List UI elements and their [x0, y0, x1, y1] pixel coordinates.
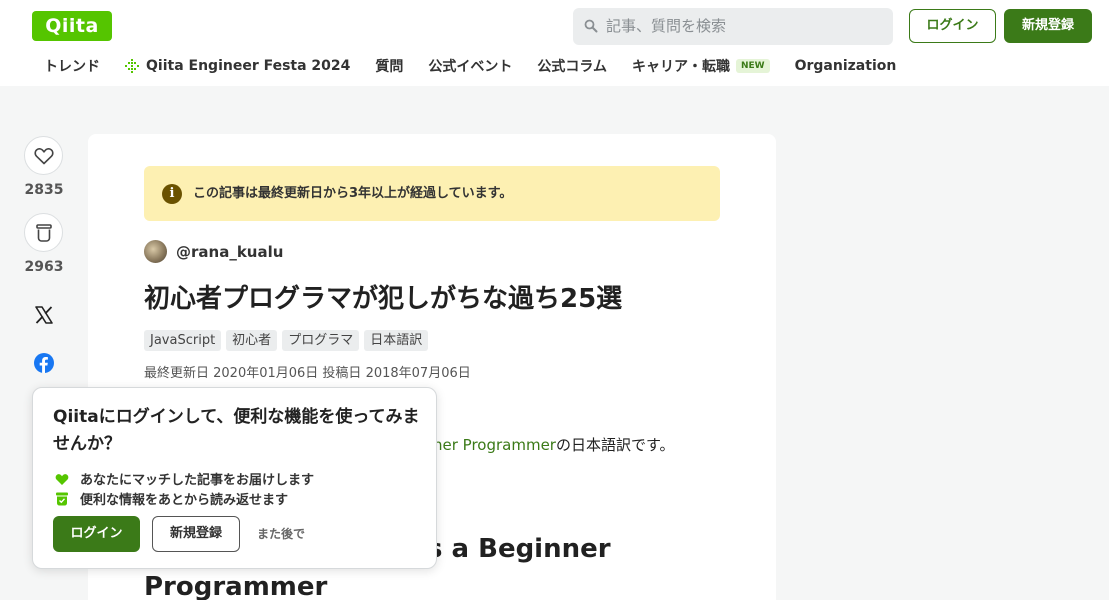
stock-icon: [56, 492, 68, 505]
article-intro: ner Programmerの日本語訳です。: [433, 434, 674, 455]
stock-count: 2963: [24, 259, 64, 275]
nav-item-trend[interactable]: トレンド: [44, 56, 100, 76]
festa-icon: [125, 59, 139, 73]
nav-item-label: 公式イベント: [428, 59, 513, 75]
nav-item-questions[interactable]: 質問: [375, 56, 403, 76]
popup-later-button[interactable]: また後で: [257, 516, 305, 552]
info-icon: i: [162, 184, 182, 204]
share-facebook-button[interactable]: [24, 343, 64, 383]
nav-item-festa[interactable]: Qiita Engineer Festa 2024: [125, 58, 350, 74]
tag-item[interactable]: JavaScript: [144, 330, 222, 351]
nav-item-label: 公式コラム: [537, 59, 607, 75]
site-header: Qiita 記事、質問を検索 ログイン 新規登録 トレンド Qiita Engi…: [0, 0, 1109, 86]
nav-item-organization[interactable]: Organization: [795, 58, 897, 74]
x-icon: [35, 306, 53, 324]
share-x-button[interactable]: [24, 295, 64, 335]
nav-item-career[interactable]: キャリア・転職 NEW: [632, 56, 770, 76]
notice-text: この記事は最終更新日から3年以上が経過しています。: [193, 186, 513, 201]
nav-item-label: 質問: [375, 59, 404, 75]
outdated-notice: i この記事は最終更新日から3年以上が経過しています。: [144, 166, 720, 221]
nav-item-label: Qiita Engineer Festa 2024: [146, 58, 351, 74]
login-button[interactable]: ログイン: [909, 9, 996, 43]
benefit-item: あなたにマッチした記事をお届けします: [55, 469, 314, 488]
qiita-logo[interactable]: Qiita: [32, 11, 112, 41]
signup-button[interactable]: 新規登録: [1004, 9, 1092, 43]
benefit-text: あなたにマッチした記事をお届けします: [80, 473, 315, 488]
popup-signup-button[interactable]: 新規登録: [152, 516, 240, 552]
article-title: 初心者プログラマが犯しがちな過ち25選: [144, 284, 623, 314]
stock-button[interactable]: [24, 213, 63, 252]
heart-icon: [33, 147, 54, 164]
like-count: 2835: [24, 182, 64, 198]
author-name: @rana_kualu: [176, 242, 284, 261]
heart-icon: [55, 473, 69, 485]
global-nav: トレンド Qiita Engineer Festa 2024 質問 公式イベント…: [44, 56, 921, 76]
nav-item-label: キャリア・転職: [632, 59, 730, 75]
section-heading-line2: Programmer: [144, 572, 328, 600]
search-icon: [584, 19, 598, 33]
tag-list: JavaScript 初心者 プログラマ 日本語訳: [144, 330, 433, 351]
login-prompt-popup: Qiitaにログインして、便利な機能を使ってみませんか？ あなたにマッチした記事…: [32, 387, 437, 569]
nav-item-events[interactable]: 公式イベント: [428, 56, 512, 76]
article-action-rail: 2835 2963: [24, 136, 64, 383]
author-link[interactable]: @rana_kualu: [144, 240, 283, 263]
avatar: [144, 240, 167, 263]
new-badge: NEW: [736, 59, 770, 73]
intro-text: の日本語訳です。: [555, 436, 675, 454]
tag-item[interactable]: 日本語訳: [364, 330, 429, 351]
search-placeholder: 記事、質問を検索: [606, 17, 727, 35]
article-dates: 最終更新日 2020年01月06日 投稿日 2018年07月06日: [144, 366, 471, 381]
tag-item[interactable]: プログラマ: [282, 330, 360, 351]
nav-item-label: トレンド: [44, 59, 100, 75]
popup-login-button[interactable]: ログイン: [53, 516, 140, 552]
tag-item[interactable]: 初心者: [226, 330, 278, 351]
search-input[interactable]: 記事、質問を検索: [573, 8, 893, 45]
nav-item-columns[interactable]: 公式コラム: [537, 56, 607, 76]
facebook-icon: [34, 353, 54, 373]
benefit-text: 便利な情報をあとから読み返せます: [80, 493, 289, 508]
like-button[interactable]: [24, 136, 63, 175]
popup-title: Qiitaにログインして、便利な機能を使ってみませんか？: [53, 407, 420, 454]
benefit-item: 便利な情報をあとから読み返せます: [55, 489, 288, 508]
original-article-link[interactable]: ner Programmer: [433, 436, 556, 454]
nav-item-label: Organization: [794, 58, 897, 74]
stock-icon: [35, 223, 52, 242]
